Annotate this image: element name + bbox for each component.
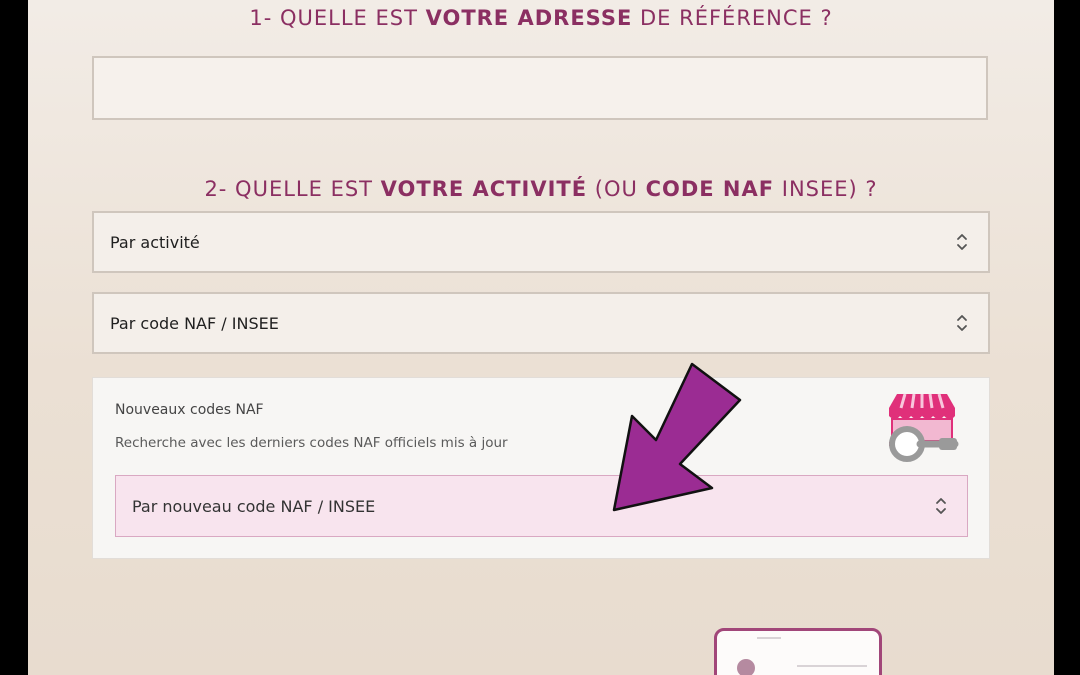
- question-2-middle: (OU: [587, 177, 646, 201]
- preview-avatar: [737, 659, 755, 675]
- question-1-heading: 1- QUELLE EST VOTRE ADRESSE DE RÉFÉRENCE…: [28, 6, 1054, 30]
- preview-text-line: [797, 665, 867, 667]
- shop-search-icon: [889, 393, 959, 462]
- new-naf-panel: Nouveaux codes NAF Recherche avec les de…: [92, 377, 990, 559]
- preview-card[interactable]: [714, 628, 882, 675]
- chevron-updown-icon: [936, 498, 946, 514]
- question-2-heading: 2- QUELLE EST VOTRE ACTIVITÉ (OU CODE NA…: [28, 177, 1054, 201]
- naf-code-select[interactable]: Par code NAF / INSEE: [92, 292, 990, 354]
- page: 1- QUELLE EST VOTRE ADRESSE DE RÉFÉRENCE…: [28, 0, 1054, 675]
- activity-select[interactable]: Par activité: [92, 211, 990, 273]
- chevron-updown-icon: [957, 234, 967, 250]
- new-naf-subtitle: Recherche avec les derniers codes NAF of…: [115, 435, 508, 451]
- naf-code-select-value: Par code NAF / INSEE: [110, 313, 279, 333]
- question-1-suffix: DE RÉFÉRENCE ?: [632, 6, 833, 30]
- new-naf-title: Nouveaux codes NAF: [115, 402, 264, 418]
- new-naf-code-select-value: Par nouveau code NAF / INSEE: [132, 496, 376, 516]
- question-1-bold: VOTRE ADRESSE: [425, 6, 633, 30]
- chevron-updown-icon: [957, 315, 967, 331]
- question-1-prefix: 1- QUELLE EST: [249, 6, 426, 30]
- activity-select-value: Par activité: [110, 232, 200, 252]
- question-2-suffix: INSEE) ?: [774, 177, 878, 201]
- question-2-bold-activity: VOTRE ACTIVITÉ: [380, 177, 588, 201]
- question-2-prefix: 2- QUELLE EST: [204, 177, 381, 201]
- new-naf-code-select[interactable]: Par nouveau code NAF / INSEE: [115, 475, 968, 537]
- question-2-bold-naf: CODE NAF: [645, 177, 775, 201]
- address-input[interactable]: [92, 56, 988, 120]
- preview-logo-line: [757, 637, 781, 639]
- pointer-arrow-icon: [612, 362, 742, 512]
